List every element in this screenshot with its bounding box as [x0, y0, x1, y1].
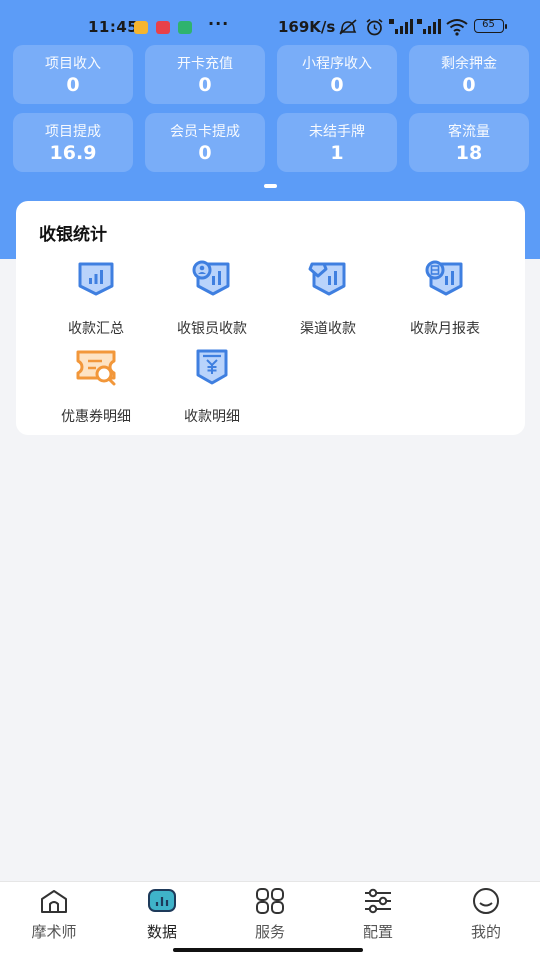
stat-value: 0 [198, 74, 212, 96]
grid-item-label: 收银员收款 [177, 321, 247, 337]
tab-label: 摩术师 [31, 923, 77, 941]
cashier-stats-panel: 收银统计 收款汇总 收银员收款 渠道收款 收款月报表 优惠券明细 收款明细 [16, 201, 525, 435]
grid-item-label: 收款汇总 [68, 321, 124, 337]
signal-icon [389, 19, 413, 34]
stat-card-project-income[interactable]: 项目收入 0 [13, 45, 133, 104]
stat-label: 项目提成 [45, 124, 101, 140]
stat-label: 未结手牌 [309, 124, 365, 140]
grid-icon [256, 888, 284, 914]
mute-icon [339, 19, 357, 35]
stat-card-unsettled-tokens[interactable]: 未结手牌 1 [277, 113, 397, 172]
stat-label: 开卡充值 [177, 56, 233, 72]
coupon-icon [76, 350, 116, 386]
wifi-icon [446, 19, 468, 36]
notification-app-icon [156, 21, 170, 34]
network-speed: 169K/s [278, 18, 336, 36]
home-indicator[interactable] [173, 948, 363, 952]
bar-chart-icon [78, 262, 114, 296]
battery-level: 65 [482, 19, 495, 30]
grid-item-label: 优惠券明细 [61, 409, 131, 425]
battery-icon: 65 [474, 19, 504, 33]
grid-item-label: 收款明细 [184, 409, 240, 425]
stat-label: 会员卡提成 [170, 124, 240, 140]
stat-card-remaining-deposit[interactable]: 剩余押金 0 [409, 45, 529, 104]
grid-item-label: 渠道收款 [300, 321, 356, 337]
grid-item-payment-detail[interactable]: 收款明细 [152, 348, 272, 428]
tab-profile[interactable]: 我的 [432, 882, 540, 952]
tab-services[interactable]: 服务 [216, 882, 324, 952]
channel-chart-icon [308, 262, 346, 296]
tab-label: 服务 [254, 923, 285, 941]
stat-value: 0 [330, 74, 344, 96]
grid-item-cashier-collection[interactable]: 收银员收款 [152, 260, 272, 340]
tab-data[interactable]: 数据 [108, 882, 216, 952]
grid-item-channel-collection[interactable]: 渠道收款 [268, 260, 388, 340]
stat-label: 剩余押金 [441, 56, 497, 72]
sliders-icon [365, 888, 391, 914]
page-indicator [264, 184, 277, 188]
stat-card-card-recharge[interactable]: 开卡充值 0 [145, 45, 265, 104]
stat-value: 0 [462, 74, 476, 96]
stat-value: 16.9 [49, 142, 97, 164]
stat-card-miniprogram-income[interactable]: 小程序收入 0 [277, 45, 397, 104]
cashier-chart-icon [192, 260, 230, 296]
notification-app-icon [178, 21, 192, 34]
signal-icon [417, 19, 441, 34]
stat-label: 客流量 [448, 124, 490, 140]
panel-title: 收银统计 [39, 225, 107, 245]
stat-value: 0 [198, 142, 212, 164]
more-notifications: ··· [208, 14, 230, 33]
monthly-report-icon [425, 260, 463, 296]
battery-tip [505, 24, 507, 29]
stat-value: 0 [66, 74, 80, 96]
tab-label: 我的 [470, 923, 501, 941]
stat-card-membership-commission[interactable]: 会员卡提成 0 [145, 113, 265, 172]
stat-card-project-commission[interactable]: 项目提成 16.9 [13, 113, 133, 172]
grid-item-payment-summary[interactable]: 收款汇总 [36, 260, 156, 340]
tab-config[interactable]: 配置 [324, 882, 432, 952]
stat-value: 1 [330, 142, 344, 164]
grid-item-label: 收款月报表 [410, 321, 480, 337]
home-icon [41, 890, 67, 913]
stat-value: 18 [455, 142, 483, 164]
grid-item-monthly-report[interactable]: 收款月报表 [385, 260, 505, 340]
stat-label: 小程序收入 [302, 56, 372, 72]
status-time: 11:45 [88, 18, 139, 36]
stat-label: 项目收入 [45, 56, 101, 72]
status-bar: 11:45 ··· 169K/s 65 [0, 10, 540, 46]
tab-home[interactable]: 摩术师 [0, 882, 108, 952]
grid-item-coupon-detail[interactable]: 优惠券明细 [36, 348, 156, 428]
tab-label: 配置 [362, 923, 393, 941]
data-icon [148, 889, 176, 912]
alarm-icon [366, 18, 383, 36]
smile-icon [473, 888, 499, 914]
yen-receipt-icon [196, 349, 228, 385]
notification-app-icon [134, 21, 148, 34]
stat-card-customer-flow[interactable]: 客流量 18 [409, 113, 529, 172]
tab-label: 数据 [146, 923, 177, 941]
